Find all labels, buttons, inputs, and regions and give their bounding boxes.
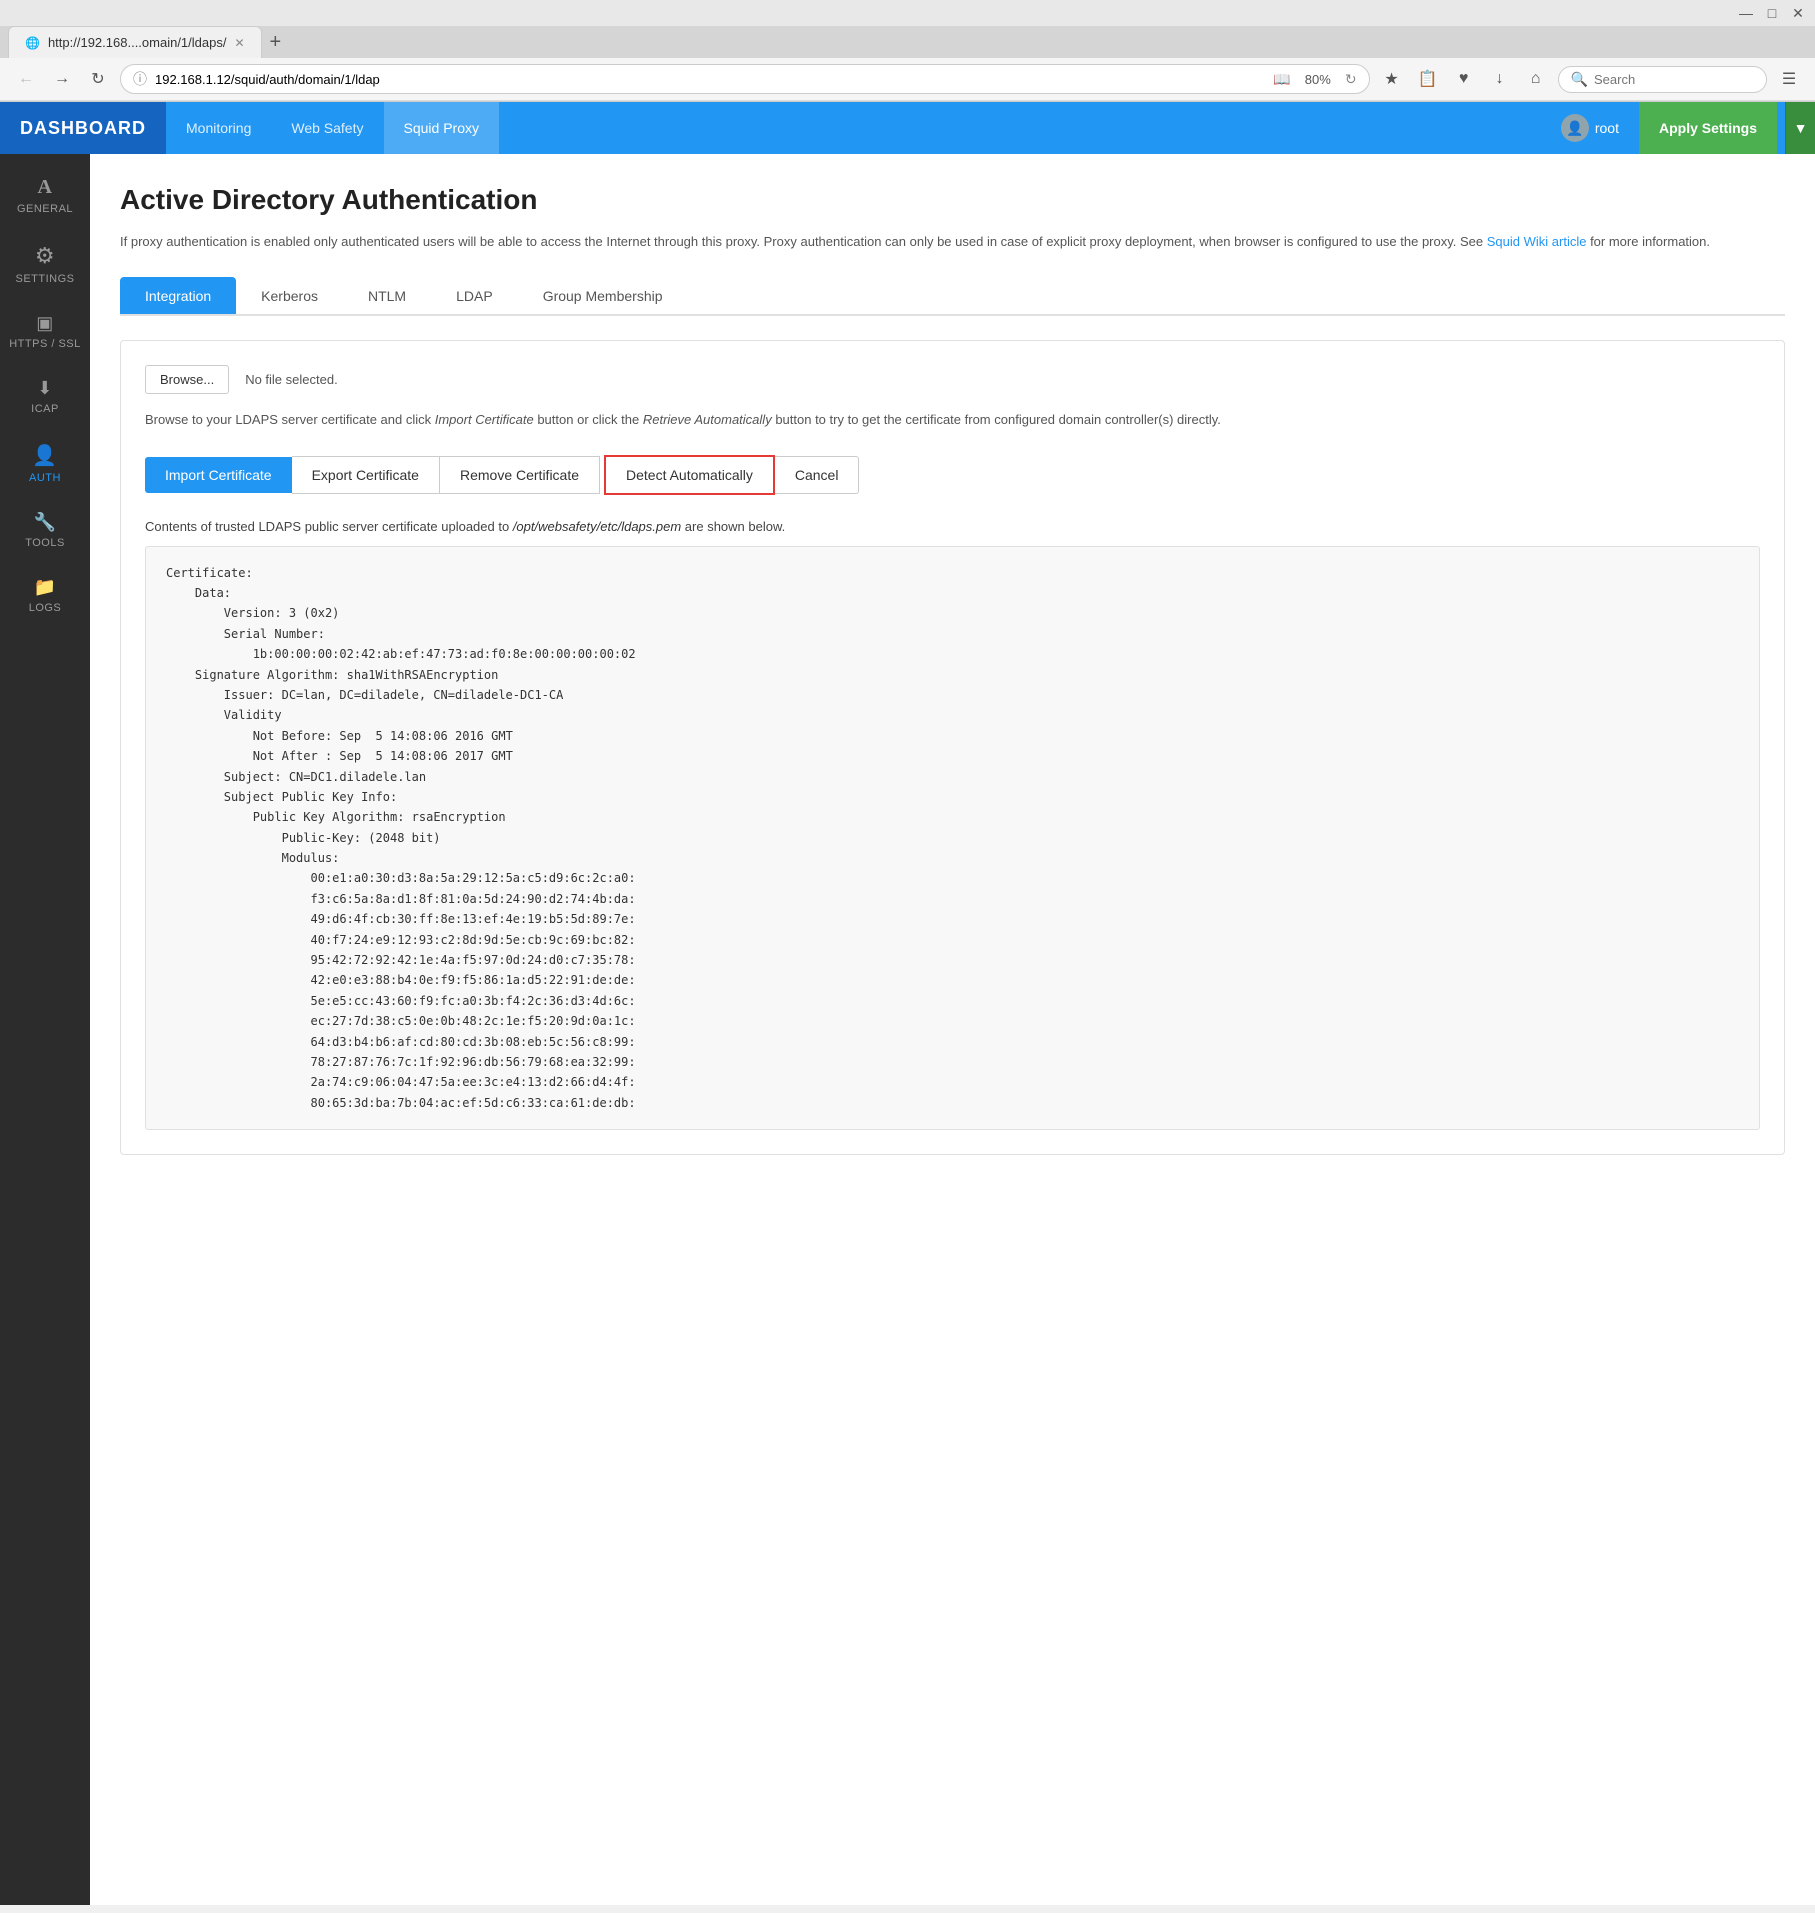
export-certificate-button[interactable]: Export Certificate bbox=[292, 456, 440, 494]
tab-bar: Integration Kerberos NTLM LDAP Group Mem… bbox=[120, 277, 1785, 316]
cert-info-part2: are shown below. bbox=[681, 519, 785, 534]
browser-titlebar: — □ ✕ bbox=[0, 0, 1815, 26]
sidebar-item-label-general: General bbox=[17, 203, 73, 215]
cert-info: Contents of trusted LDAPS public server … bbox=[145, 519, 1760, 534]
nav-web-safety[interactable]: Web Safety bbox=[271, 102, 383, 154]
pocket-icon[interactable]: ♥ bbox=[1450, 65, 1478, 93]
reload-icon[interactable]: ↻ bbox=[1345, 71, 1357, 88]
browse-desc-italic1: Import Certificate bbox=[435, 412, 534, 427]
app-logo: DASHBOARD bbox=[0, 102, 166, 154]
download-icon[interactable]: ↓ bbox=[1486, 65, 1514, 93]
tools-icon: 🔧 bbox=[34, 512, 57, 533]
nav-monitoring[interactable]: Monitoring bbox=[166, 102, 271, 154]
tab-ntlm[interactable]: NTLM bbox=[343, 277, 431, 314]
browse-button[interactable]: Browse... bbox=[145, 365, 229, 394]
search-bar: 🔍 bbox=[1558, 66, 1767, 93]
nav-squid-proxy[interactable]: Squid Proxy bbox=[384, 102, 499, 154]
close-btn[interactable]: ✕ bbox=[1789, 4, 1807, 22]
tab-title: http://192.168....omain/1/ldaps/ bbox=[48, 35, 227, 50]
user-info[interactable]: 👤 root bbox=[1549, 114, 1631, 142]
icap-icon: ⬇ bbox=[37, 378, 53, 399]
tab-close-btn[interactable]: ✕ bbox=[234, 36, 244, 50]
sidebar-item-label-logs: Logs bbox=[29, 602, 62, 614]
sidebar-item-logs[interactable]: 📁 Logs bbox=[0, 563, 90, 628]
search-input[interactable] bbox=[1594, 72, 1754, 87]
import-certificate-button[interactable]: Import Certificate bbox=[145, 457, 292, 493]
browse-desc-part2: button or click the bbox=[534, 412, 643, 427]
address-input[interactable] bbox=[155, 72, 1265, 87]
browse-desc-part1: Browse to your LDAPS server certificate … bbox=[145, 412, 435, 427]
tab-kerberos[interactable]: Kerberos bbox=[236, 277, 343, 314]
sidebar-item-label-tools: Tools bbox=[25, 537, 65, 549]
address-bar: ⓘ 📖 80% ↻ bbox=[120, 64, 1370, 94]
tab-integration[interactable]: Integration bbox=[120, 277, 236, 314]
menu-icon[interactable]: ☰ bbox=[1775, 65, 1803, 93]
info-icon: ⓘ bbox=[133, 69, 147, 89]
description-text-part1: If proxy authentication is enabled only … bbox=[120, 234, 1487, 249]
https-ssl-icon: ▣ bbox=[36, 313, 54, 334]
reload-btn[interactable]: ↻ bbox=[84, 65, 112, 93]
cert-info-path: /opt/websafety/etc/ldaps.pem bbox=[513, 519, 681, 534]
browse-desc-italic2: Retrieve Automatically bbox=[643, 412, 772, 427]
file-row: Browse... No file selected. bbox=[145, 365, 1760, 394]
sidebar-item-tools[interactable]: 🔧 Tools bbox=[0, 498, 90, 563]
app-header: DASHBOARD Monitoring Web Safety Squid Pr… bbox=[0, 102, 1815, 154]
app-nav: Monitoring Web Safety Squid Proxy bbox=[166, 102, 499, 154]
sidebar-item-auth[interactable]: 👤 Auth bbox=[0, 429, 90, 498]
sidebar-item-settings[interactable]: ⚙ Settings bbox=[0, 229, 90, 299]
browse-desc-part3: button to try to get the certificate fro… bbox=[772, 412, 1221, 427]
settings-icon: ⚙ bbox=[35, 243, 55, 269]
maximize-btn[interactable]: □ bbox=[1763, 4, 1781, 22]
description-text-part2: for more information. bbox=[1586, 234, 1710, 249]
tab-ldap[interactable]: LDAP bbox=[431, 277, 518, 314]
cancel-button[interactable]: Cancel bbox=[775, 456, 860, 494]
sidebar-item-general[interactable]: A General bbox=[0, 162, 90, 229]
certificate-content: Certificate: Data: Version: 3 (0x2) Seri… bbox=[145, 546, 1760, 1131]
zoom-btn[interactable]: 80% bbox=[1299, 70, 1337, 89]
apply-settings-label: Apply Settings bbox=[1659, 120, 1757, 136]
sidebar-item-label-https: HTTPS / SSL bbox=[9, 338, 81, 350]
apply-settings-dropdown[interactable]: ▼ bbox=[1785, 102, 1815, 154]
forward-btn[interactable]: → bbox=[48, 65, 76, 93]
sidebar-item-https-ssl[interactable]: ▣ HTTPS / SSL bbox=[0, 299, 90, 364]
new-tab-btn[interactable]: + bbox=[262, 27, 290, 58]
bookmark-star-icon[interactable]: ★ bbox=[1378, 65, 1406, 93]
general-icon: A bbox=[38, 176, 53, 199]
sidebar-item-label-icap: ICAP bbox=[31, 403, 59, 415]
browser-toolbar: ← → ↻ ⓘ 📖 80% ↻ ★ 📋 ♥ ↓ ⌂ 🔍 ☰ bbox=[0, 58, 1815, 101]
main-layout: A General ⚙ Settings ▣ HTTPS / SSL ⬇ ICA… bbox=[0, 154, 1815, 1905]
action-buttons: Import Certificate Export Certificate Re… bbox=[145, 455, 1760, 495]
detect-automatically-button[interactable]: Detect Automatically bbox=[604, 455, 775, 495]
content-area: Active Directory Authentication If proxy… bbox=[90, 154, 1815, 1905]
logs-icon: 📁 bbox=[34, 577, 57, 598]
search-icon: 🔍 bbox=[1571, 71, 1588, 88]
username: root bbox=[1595, 120, 1619, 136]
certificate-section: Browse... No file selected. Browse to yo… bbox=[120, 340, 1785, 1155]
squid-wiki-link[interactable]: Squid Wiki article bbox=[1487, 234, 1587, 249]
cert-info-part1: Contents of trusted LDAPS public server … bbox=[145, 519, 513, 534]
back-btn[interactable]: ← bbox=[12, 65, 40, 93]
page-title: Active Directory Authentication bbox=[120, 184, 1785, 216]
browse-description: Browse to your LDAPS server certificate … bbox=[145, 410, 1760, 431]
tab-group-membership[interactable]: Group Membership bbox=[518, 277, 688, 314]
minimize-btn[interactable]: — bbox=[1737, 4, 1755, 22]
browser-chrome: — □ ✕ 🌐 http://192.168....omain/1/ldaps/… bbox=[0, 0, 1815, 102]
bookmarks-icon[interactable]: 📋 bbox=[1414, 65, 1442, 93]
apply-settings-button[interactable]: Apply Settings bbox=[1639, 102, 1777, 154]
header-right: 👤 root Apply Settings ▼ bbox=[1549, 102, 1815, 154]
remove-certificate-button[interactable]: Remove Certificate bbox=[440, 456, 600, 494]
browser-tab[interactable]: 🌐 http://192.168....omain/1/ldaps/ ✕ bbox=[8, 26, 262, 58]
tab-favicon: 🌐 bbox=[25, 36, 40, 50]
auth-icon: 👤 bbox=[32, 443, 57, 468]
user-avatar: 👤 bbox=[1561, 114, 1589, 142]
page-description: If proxy authentication is enabled only … bbox=[120, 232, 1785, 253]
sidebar-item-label-auth: Auth bbox=[29, 472, 61, 484]
home-icon[interactable]: ⌂ bbox=[1522, 65, 1550, 93]
sidebar-item-label-settings: Settings bbox=[15, 273, 74, 285]
sidebar-item-icap[interactable]: ⬇ ICAP bbox=[0, 364, 90, 429]
reader-icon[interactable]: 📖 bbox=[1273, 71, 1290, 88]
sidebar: A General ⚙ Settings ▣ HTTPS / SSL ⬇ ICA… bbox=[0, 154, 90, 1905]
no-file-text: No file selected. bbox=[245, 372, 338, 387]
